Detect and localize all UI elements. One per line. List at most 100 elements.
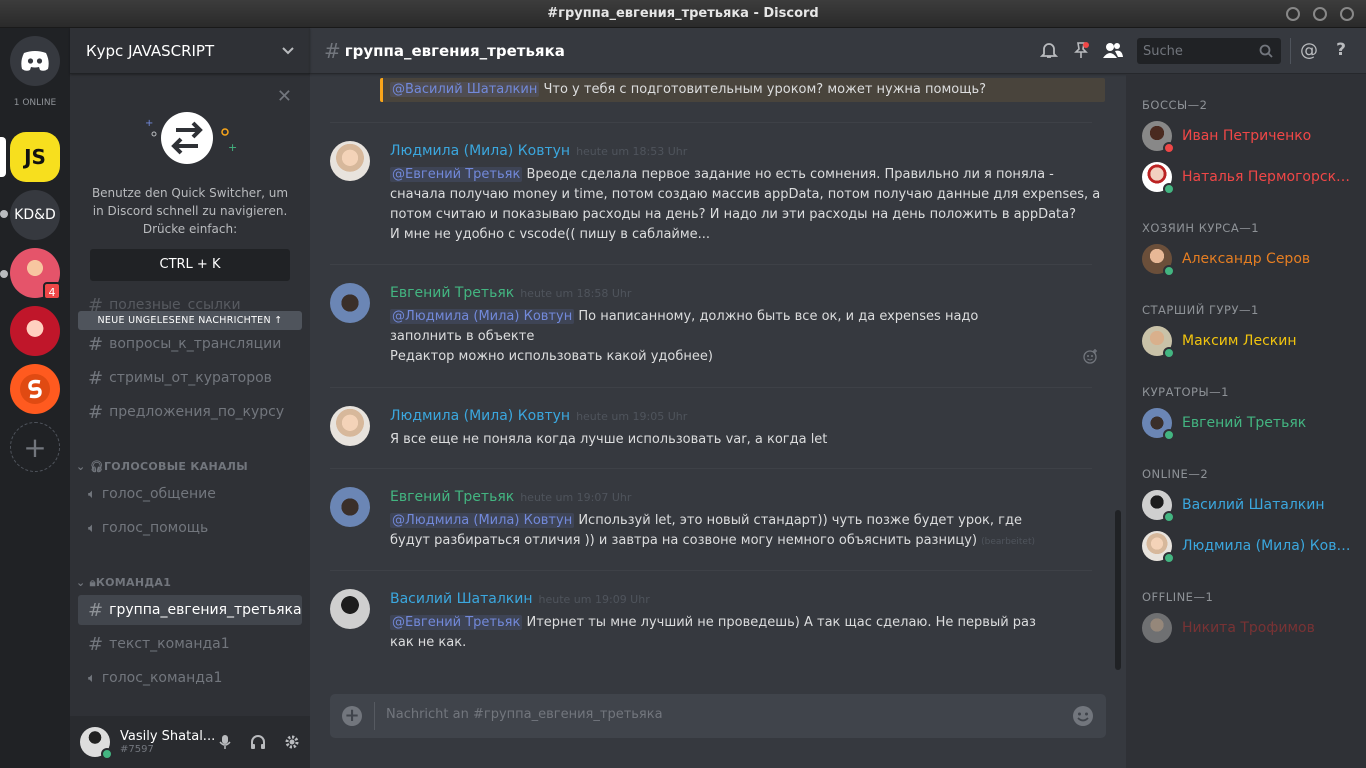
member-name: Евгений Третьяк bbox=[1182, 415, 1307, 431]
author-name[interactable]: Людмила (Мила) Ковтун bbox=[390, 408, 570, 424]
channel-tekst-komanda[interactable]: # текст_команда1 bbox=[78, 629, 302, 659]
message-text: Редактор можно использовать какой удобне… bbox=[390, 349, 713, 364]
member-name: Александр Серов bbox=[1182, 251, 1311, 267]
author-name[interactable]: Евгений Третьяк bbox=[390, 489, 514, 505]
member-category: СТАРШИЙ ГУРУ—1 bbox=[1142, 303, 1259, 317]
search-input[interactable]: Suche bbox=[1137, 38, 1281, 64]
status-online bbox=[1163, 183, 1175, 195]
member-name: Людмила (Мила) Ковт... bbox=[1182, 538, 1352, 554]
mention[interactable]: @Василий Шаталкин bbox=[390, 82, 540, 97]
user-tag: #7597 bbox=[120, 744, 154, 755]
mentions-icon[interactable]: @ bbox=[1299, 40, 1319, 61]
category-team[interactable]: ⌄ 🔒︎КОМАНДА1 bbox=[76, 576, 171, 590]
member-item[interactable]: Никита Трофимов bbox=[1142, 610, 1362, 646]
channel-sidebar: Курс JAVASCRIPT ✕ + + Benutze den Quick … bbox=[70, 28, 310, 768]
guild-avatar-4[interactable] bbox=[10, 306, 60, 356]
avatar[interactable] bbox=[330, 406, 370, 446]
voice-channel-komanda[interactable]: 🔈︎ голос_команда1 bbox=[78, 663, 302, 693]
message-header: Людмила (Мила) Ковтун heute um 18:53 Uhr bbox=[390, 143, 687, 159]
headphones-icon[interactable] bbox=[250, 734, 266, 750]
maximize-button[interactable] bbox=[1313, 7, 1327, 21]
message-header: Василий Шаталкин heute um 19:09 Uhr bbox=[390, 591, 650, 607]
message: Людмила (Мила) Ковтун heute um 18:53 Uhr … bbox=[330, 122, 1100, 250]
message-header: Людмила (Мила) Ковтун heute um 19:05 Uhr bbox=[390, 408, 687, 424]
voice-channel-pomoshch[interactable]: 🔈︎ голос_помощь bbox=[78, 513, 302, 543]
mention[interactable]: @Евгений Третьяк bbox=[390, 167, 523, 182]
gear-icon[interactable] bbox=[284, 734, 300, 750]
avatar[interactable] bbox=[330, 283, 370, 323]
status-online bbox=[1163, 511, 1175, 523]
mention[interactable]: @Евгений Третьяк bbox=[390, 615, 523, 630]
avatar[interactable] bbox=[80, 727, 113, 760]
emoji-icon[interactable] bbox=[1072, 705, 1094, 727]
mention[interactable]: @Людмила (Мила) Ковтун bbox=[390, 513, 575, 528]
pin-icon[interactable] bbox=[1071, 40, 1091, 60]
guild-logo-icon bbox=[20, 374, 50, 404]
channel-voprosy[interactable]: # вопросы_к_трансляции bbox=[78, 329, 302, 359]
timestamp: heute um 19:09 Uhr bbox=[538, 593, 650, 606]
mention[interactable]: @Людмила (Мила) Ковтун bbox=[390, 309, 575, 324]
upload-plus-icon[interactable]: + bbox=[342, 706, 362, 726]
add-reaction-icon[interactable] bbox=[1083, 349, 1098, 364]
member-category: БОССЫ—2 bbox=[1142, 98, 1208, 112]
voice-channel-obshchenie[interactable]: 🔈︎ голос_общение bbox=[78, 479, 302, 509]
channel-predlozheniya[interactable]: # предложения_по_курсу bbox=[78, 397, 302, 427]
category-voice[interactable]: ⌄ 🎧︎ГОЛОСОВЫЕ КАНАЛЫ bbox=[76, 460, 248, 473]
close-button[interactable] bbox=[1340, 7, 1354, 21]
new-unread-banner[interactable]: NEUE UNGELESENE NACHRICHTEN ↑ bbox=[78, 311, 302, 330]
avatar bbox=[1142, 408, 1175, 441]
message-header: Евгений Третьяк heute um 18:58 Uhr bbox=[390, 285, 631, 301]
author-name[interactable]: Василий Шаталкин bbox=[390, 591, 533, 607]
avatar bbox=[1142, 490, 1175, 523]
guild-sidebar: 1 ONLINE JS KD&D 4 + bbox=[0, 28, 70, 768]
message-text: Что у тебя с подготовительным уроком? мо… bbox=[539, 82, 987, 97]
member-item[interactable]: Александр Серов bbox=[1142, 241, 1362, 277]
status-online bbox=[1163, 265, 1175, 277]
message: Евгений Третьяк heute um 19:07 Uhr @Людми… bbox=[330, 468, 1092, 568]
members-icon[interactable] bbox=[1101, 40, 1125, 60]
channel-strimy[interactable]: # стримы_от_кураторов bbox=[78, 363, 302, 393]
author-name[interactable]: Евгений Третьяк bbox=[390, 285, 514, 301]
message-header: Евгений Третьяк heute um 19:07 Uhr bbox=[390, 489, 631, 505]
channel-name: вопросы_к_трансляции bbox=[109, 336, 282, 352]
member-item[interactable]: Людмила (Мила) Ковт... bbox=[1142, 528, 1362, 564]
arrow-up-icon: ↑ bbox=[274, 315, 283, 326]
channel-gruppa-selected[interactable]: # группа_евгения_третьяка bbox=[78, 595, 302, 625]
window-titlebar: #группа_евгения_третьяка - Discord bbox=[0, 0, 1366, 28]
hash-icon: # bbox=[88, 401, 104, 423]
avatar[interactable] bbox=[330, 141, 370, 181]
message-input[interactable]: Nachricht an #группа_евгения_третьяка bbox=[386, 707, 663, 722]
author-name[interactable]: Людмила (Мила) Ковтун bbox=[390, 143, 570, 159]
help-icon[interactable]: ? bbox=[1331, 40, 1351, 60]
user-panel: Vasily Shatal... #7597 bbox=[70, 716, 310, 768]
new-unread-label: NEUE UNGELESENE NACHRICHTEN bbox=[97, 315, 271, 326]
member-item[interactable]: Максим Лескин bbox=[1142, 323, 1362, 359]
discord-home-button[interactable] bbox=[10, 36, 60, 86]
guild-kdd[interactable]: KD&D bbox=[10, 190, 60, 240]
member-item[interactable]: Иван Петриченко bbox=[1142, 118, 1362, 154]
minimize-button[interactable] bbox=[1286, 7, 1300, 21]
member-category: OFFLINE—1 bbox=[1142, 590, 1214, 604]
member-item[interactable]: Евгений Третьяк bbox=[1142, 405, 1362, 441]
bell-icon[interactable] bbox=[1039, 40, 1059, 60]
mentioned-message: @Василий Шаталкин Что у тебя с подготови… bbox=[380, 78, 1105, 102]
avatar[interactable] bbox=[330, 487, 370, 527]
scrollbar[interactable] bbox=[1115, 510, 1121, 670]
member-item[interactable]: Василий Шаталкин bbox=[1142, 487, 1362, 523]
member-name: Василий Шаталкин bbox=[1182, 497, 1325, 513]
avatar[interactable] bbox=[330, 589, 370, 629]
add-server-button[interactable]: + bbox=[10, 422, 60, 472]
avatar bbox=[1142, 162, 1175, 195]
mention-badge: 4 bbox=[43, 282, 61, 300]
username: Vasily Shatal... bbox=[120, 729, 216, 744]
close-icon[interactable]: ✕ bbox=[277, 86, 292, 107]
message-content: @Людмила (Мила) Ковтун По написанному, д… bbox=[390, 307, 1050, 367]
edited-label: (bearbeitet) bbox=[981, 537, 1035, 547]
guild-avatar-5[interactable] bbox=[10, 364, 60, 414]
quick-switcher-description: Benutze den Quick Switcher, um in Discor… bbox=[91, 186, 289, 236]
microphone-icon[interactable] bbox=[218, 734, 232, 750]
guild-js[interactable]: JS bbox=[10, 132, 60, 182]
server-header[interactable]: Курс JAVASCRIPT bbox=[70, 28, 310, 74]
channel-name: голос_помощь bbox=[101, 520, 209, 536]
member-item[interactable]: Наталья Пермогорская bbox=[1142, 159, 1362, 195]
